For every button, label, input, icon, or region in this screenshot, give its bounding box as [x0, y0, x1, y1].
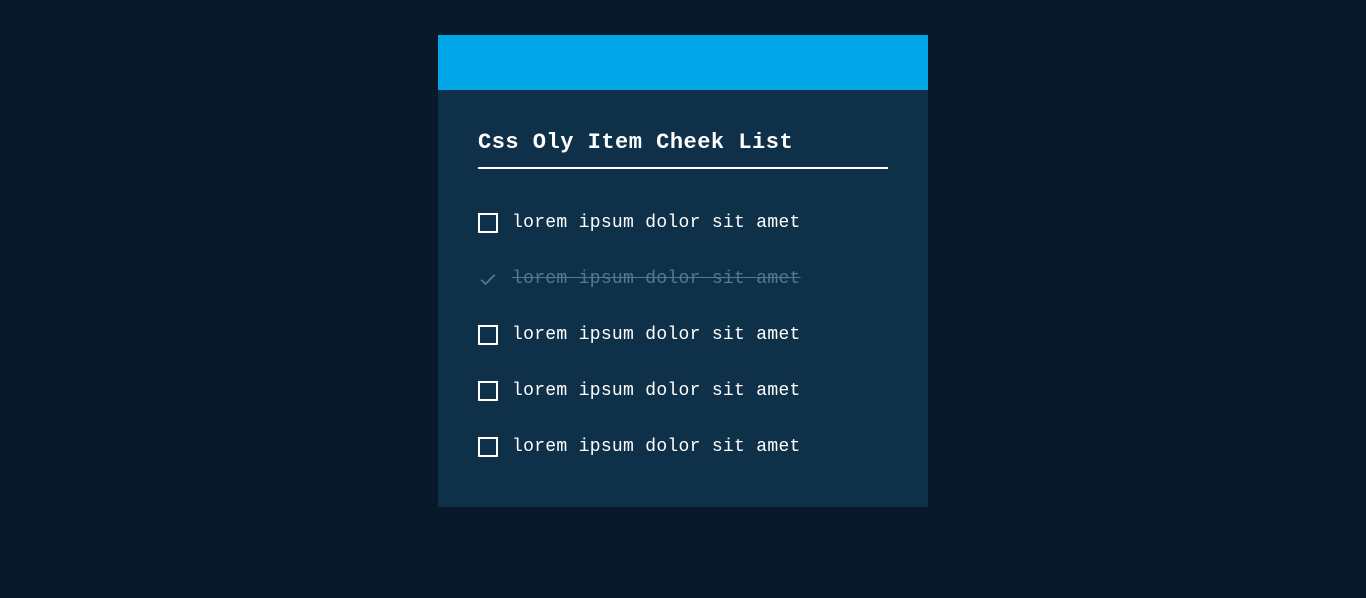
checklist-card: Css Oly Item Cheek List lorem ipsum dolo… [438, 35, 928, 507]
list-item-label: lorem ipsum dolor sit amet [512, 437, 801, 457]
checkmark-icon[interactable] [478, 269, 498, 289]
list-item[interactable]: lorem ipsum dolor sit amet [478, 363, 888, 419]
card-title: Css Oly Item Cheek List [478, 130, 888, 169]
card-accent-bar [438, 35, 928, 90]
list-item[interactable]: lorem ipsum dolor sit amet [478, 251, 888, 307]
checkbox-unchecked-icon[interactable] [478, 437, 498, 457]
check-list: lorem ipsum dolor sit amet lorem ipsum d… [478, 195, 888, 475]
list-item-label: lorem ipsum dolor sit amet [512, 213, 801, 233]
list-item[interactable]: lorem ipsum dolor sit amet [478, 419, 888, 475]
list-item[interactable]: lorem ipsum dolor sit amet [478, 195, 888, 251]
list-item[interactable]: lorem ipsum dolor sit amet [478, 307, 888, 363]
list-item-label: lorem ipsum dolor sit amet [512, 325, 801, 345]
list-item-label: lorem ipsum dolor sit amet [512, 381, 801, 401]
card-body: Css Oly Item Cheek List lorem ipsum dolo… [438, 90, 928, 507]
checkbox-unchecked-icon[interactable] [478, 213, 498, 233]
checkbox-unchecked-icon[interactable] [478, 381, 498, 401]
checkbox-unchecked-icon[interactable] [478, 325, 498, 345]
list-item-label: lorem ipsum dolor sit amet [512, 269, 801, 289]
